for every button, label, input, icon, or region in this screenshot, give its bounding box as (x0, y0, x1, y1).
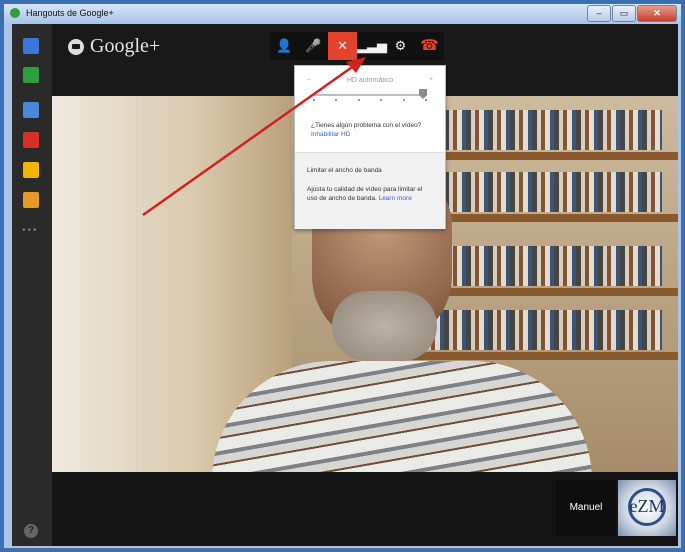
slider-tick (424, 99, 427, 101)
maximize-button[interactable]: ▭ (612, 5, 636, 22)
photos-icon[interactable] (23, 192, 39, 208)
slider-tick (380, 99, 383, 101)
quality-slider-handle[interactable] (419, 89, 427, 99)
title-bar[interactable]: Hangouts de Google+ – ▭ ✕ (4, 4, 681, 24)
participant-name[interactable]: Manuel (556, 480, 616, 536)
turn-off-camera-icon[interactable]: ✕ (328, 32, 357, 60)
bandwidth-icon[interactable]: ▂▃▅ (357, 32, 387, 60)
chat-icon[interactable] (23, 38, 39, 54)
hangouts-logo-icon (68, 38, 84, 55)
limit-bandwidth-option[interactable]: Limitar el ancho de banda (307, 167, 382, 174)
hd-section: – HD automático + ¿Tienes algún problema… (295, 66, 445, 152)
participant-thumbnail[interactable]: eZM (618, 480, 676, 536)
call-controls: 👤 🎤 ✕ ▂▃▅ ⚙ ☎ (270, 32, 444, 60)
invite-people-icon[interactable]: 👤 (270, 32, 299, 60)
increase-quality-icon[interactable]: + (429, 76, 433, 83)
quality-slider-ticks (313, 99, 427, 101)
screenshare-icon[interactable] (23, 67, 39, 83)
app-rail: ••• ? (12, 24, 52, 546)
camera-app-icon[interactable] (23, 102, 39, 118)
slider-tick (313, 99, 315, 101)
person-shirt (212, 361, 592, 472)
mute-mic-icon[interactable]: 🎤 (299, 32, 328, 60)
quality-slider-track[interactable] (313, 94, 427, 96)
bookshelf-row (422, 110, 662, 150)
learn-more-link[interactable]: Learn more (379, 195, 412, 202)
participants-bar: Manuel eZM (52, 472, 678, 546)
google-plus-logo: Google+ (68, 35, 160, 58)
drive-icon[interactable] (23, 162, 39, 178)
video-problem-question: ¿Tienes algún problema con el vídeo? (311, 122, 422, 129)
hangouts-app-icon (10, 8, 20, 18)
limit-bandwidth-section: Limitar el ancho de banda Ajusta tu cali… (295, 152, 445, 229)
settings-gear-icon[interactable]: ⚙ (386, 32, 415, 60)
slider-tick (335, 99, 338, 101)
more-apps-icon[interactable]: ••• (22, 225, 39, 236)
hang-up-icon[interactable]: ☎ (415, 32, 444, 60)
ezm-logo-text: eZM (629, 496, 665, 516)
close-button[interactable]: ✕ (637, 5, 677, 22)
bandwidth-popup: – HD automático + ¿Tienes algún problema… (294, 65, 446, 229)
video-problem-text: ¿Tienes algún problema con el vídeo? Inh… (311, 121, 433, 139)
limit-bandwidth-description: Ajusta tu calidad de vídeo para limitar … (307, 185, 431, 203)
slider-tick (402, 99, 405, 101)
disable-hd-link[interactable]: Inhabilitar HD (311, 131, 350, 138)
person-beard (332, 291, 437, 361)
logo-text: Google+ (90, 35, 161, 57)
hd-auto-label: HD automático (346, 77, 394, 84)
minimize-button[interactable]: – (587, 5, 611, 22)
youtube-icon[interactable] (23, 132, 39, 148)
slider-tick (357, 99, 360, 101)
help-icon[interactable]: ? (24, 524, 38, 538)
window-title: Hangouts de Google+ (26, 8, 114, 18)
